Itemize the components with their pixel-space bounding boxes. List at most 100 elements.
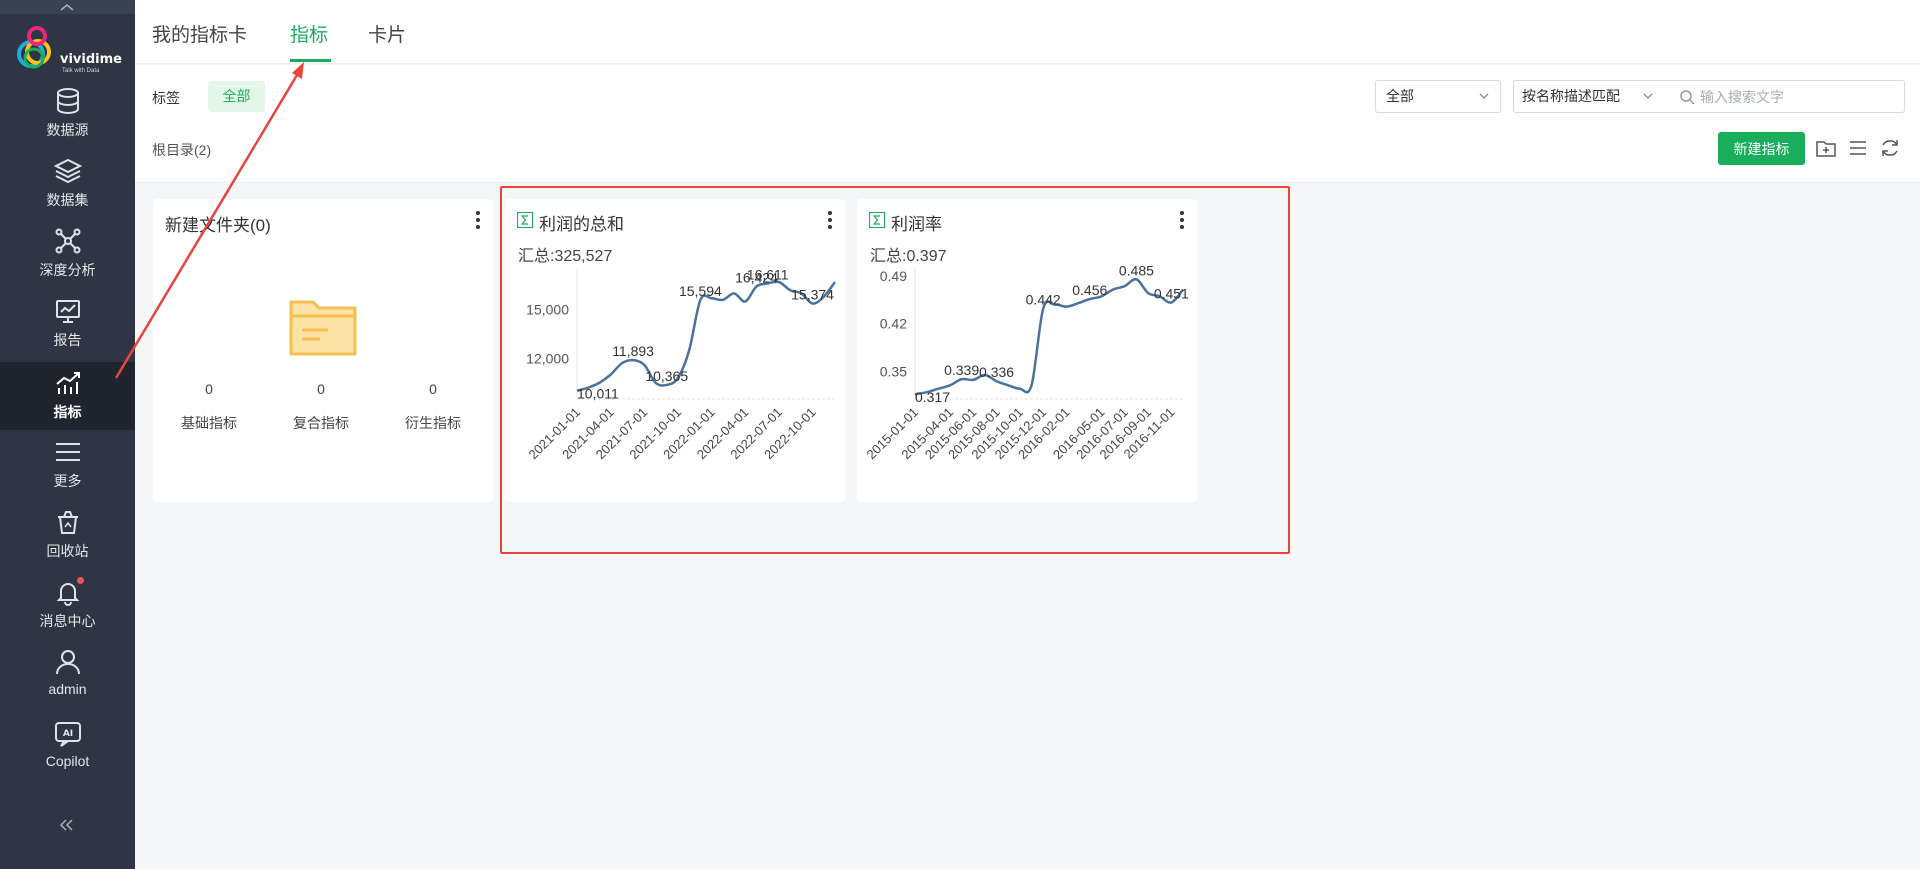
logo-subtitle: Talk with Data: [62, 68, 100, 74]
active-tab-indicator: [290, 59, 331, 62]
refresh-icon[interactable]: [1879, 137, 1901, 159]
stat-name: 基础指标: [181, 415, 237, 431]
sidebar-item-label: admin: [48, 681, 87, 697]
data-label: 0.336: [979, 364, 1014, 380]
sidebar-item-metrics[interactable]: 指标: [0, 362, 135, 430]
chevron-down-icon: [1479, 93, 1489, 99]
sigma-icon: [517, 212, 533, 228]
sidebar-item-label: 报告: [53, 332, 82, 348]
tag-label: 标签: [152, 90, 180, 106]
sidebar-item-label: 消息中心: [39, 613, 96, 629]
stat-value: 0: [429, 381, 437, 397]
ai-icon: AI: [54, 722, 81, 747]
sidebar-item-deep-analysis[interactable]: 深度分析: [0, 220, 135, 288]
folder-card[interactable]: 新建文件夹(0) 0 基础指标 0 复合指标 0 衍生指标: [153, 199, 493, 502]
sidebar-item-more[interactable]: 更多: [0, 431, 135, 499]
menu-icon: [55, 443, 80, 461]
sidebar-item-label: 数据集: [46, 192, 89, 208]
sidebar: vividime Talk with Data 数据源 数据集 深度分析 报告 …: [0, 0, 135, 869]
main-area: 我的指标卡 指标 卡片 标签 全部 根目录(2) 全部 按名称描述匹配 新建指标…: [135, 0, 1920, 869]
stat-value: 0: [205, 381, 213, 397]
logo-rings-icon: [17, 26, 51, 69]
y-tick-label: 15,000: [526, 302, 569, 318]
trend-chart: 12,00015,00010,01111,89310,36515,59416,4…: [525, 266, 837, 462]
data-label: 0.339: [944, 362, 979, 378]
sidebar-item-label: 回收站: [46, 543, 89, 559]
list-view-icon[interactable]: [1847, 137, 1869, 159]
type-select[interactable]: 全部: [1375, 80, 1501, 113]
layers-icon: [53, 158, 82, 184]
y-tick-label: 12,000: [526, 350, 569, 366]
match-mode-value: 按名称描述匹配: [1522, 88, 1620, 104]
type-select-value: 全部: [1386, 88, 1414, 104]
metric-chart-icon: [55, 372, 80, 394]
sidebar-item-datasource[interactable]: 数据源: [0, 80, 135, 148]
metric-card-profit-sum[interactable]: 利润的总和 汇总:325,527 12,000 15,000 10,011 11,89…: [505, 199, 845, 502]
more-menu-icon[interactable]: [827, 211, 833, 231]
stat-derived: 0 衍生指标: [388, 381, 478, 433]
app-logo: vividime Talk with Data: [16, 22, 122, 78]
sidebar-item-copilot[interactable]: AI Copilot: [0, 713, 135, 781]
data-label: 11,893: [612, 343, 654, 359]
sidebar-item-label: 数据源: [46, 122, 89, 138]
y-tick-label: 0.49: [880, 268, 907, 284]
breadcrumb-root[interactable]: 根目录(2): [152, 140, 211, 160]
sidebar-item-label: Copilot: [45, 753, 90, 769]
recycle-bin-icon: [57, 511, 78, 534]
search-input[interactable]: [1700, 85, 1900, 109]
tab-my-metric-cards[interactable]: 我的指标卡: [152, 20, 247, 47]
collapse-up-button[interactable]: [0, 0, 135, 14]
report-icon: [55, 300, 80, 323]
sidebar-item-report[interactable]: 报告: [0, 290, 135, 358]
stat-name: 复合指标: [293, 415, 349, 431]
stat-name: 衍生指标: [405, 415, 461, 431]
user-icon: [55, 650, 80, 675]
sidebar-item-messages[interactable]: 消息中心: [0, 571, 135, 639]
more-menu-icon[interactable]: [1179, 211, 1185, 231]
new-folder-icon[interactable]: [1815, 137, 1837, 159]
tab-cards[interactable]: 卡片: [368, 20, 406, 47]
y-tick-label: 0.42: [880, 316, 907, 332]
search-icon: [1680, 90, 1695, 105]
collapse-sidebar-button[interactable]: [57, 817, 77, 833]
tab-metrics[interactable]: 指标: [290, 20, 328, 47]
folder-icon: [289, 300, 357, 356]
match-mode-select[interactable]: 按名称描述匹配: [1514, 81, 1664, 112]
data-label: 0.485: [1119, 262, 1154, 278]
metric-title: 利润的总和: [539, 215, 624, 234]
sidebar-item-admin[interactable]: admin: [0, 641, 135, 709]
sidebar-item-label: 指标: [53, 404, 82, 420]
filter-toolbar: 标签 全部 根目录(2) 全部 按名称描述匹配 新建指标: [135, 65, 1920, 183]
data-label: 0.317: [915, 389, 950, 405]
sidebar-item-label: 深度分析: [39, 262, 96, 278]
tag-all-chip[interactable]: 全部: [208, 81, 265, 112]
metric-grid: 新建文件夹(0) 0 基础指标 0 复合指标 0 衍生指标 利润的总和 汇总:325,…: [135, 184, 1920, 869]
sigma-icon: [869, 212, 885, 228]
data-label: 10,011: [577, 386, 619, 402]
tab-bar: 我的指标卡 指标 卡片: [135, 0, 1920, 64]
y-tick-label: 0.35: [880, 364, 907, 380]
stat-composite: 0 复合指标: [276, 381, 366, 433]
database-icon: [56, 88, 79, 115]
folder-title: 新建文件夹(0): [165, 216, 271, 235]
data-label: 0.442: [1026, 292, 1061, 308]
metric-card-profit-rate[interactable]: 利润率 汇总:0.397 0.35 0.42 0.49 0.317 0.339 0.336…: [857, 199, 1197, 502]
data-label: 15,374: [791, 287, 834, 303]
data-label: 0.456: [1072, 282, 1107, 298]
stat-basic: 0 基础指标: [164, 381, 254, 433]
chevron-up-icon: [60, 4, 74, 11]
unread-badge: [77, 577, 84, 584]
trend-chart: 0.35 0.42 0.49 0.317 0.339 0.336 0.442 0.456 0.4…: [863, 262, 1189, 462]
data-label: 15,594: [679, 283, 722, 299]
metric-title: 利润率: [891, 215, 942, 234]
sidebar-item-recycle-bin[interactable]: 回收站: [0, 501, 135, 569]
svg-text:AI: AI: [62, 729, 72, 739]
search-box: 按名称描述匹配: [1513, 80, 1905, 113]
sidebar-item-dataset[interactable]: 数据集: [0, 150, 135, 218]
more-menu-icon[interactable]: [475, 211, 481, 231]
new-metric-button[interactable]: 新建指标: [1718, 132, 1805, 165]
sidebar-item-label: 更多: [53, 473, 82, 489]
chevron-down-icon: [1643, 93, 1653, 99]
network-icon: [55, 228, 80, 254]
data-label: 0.451: [1154, 286, 1189, 302]
